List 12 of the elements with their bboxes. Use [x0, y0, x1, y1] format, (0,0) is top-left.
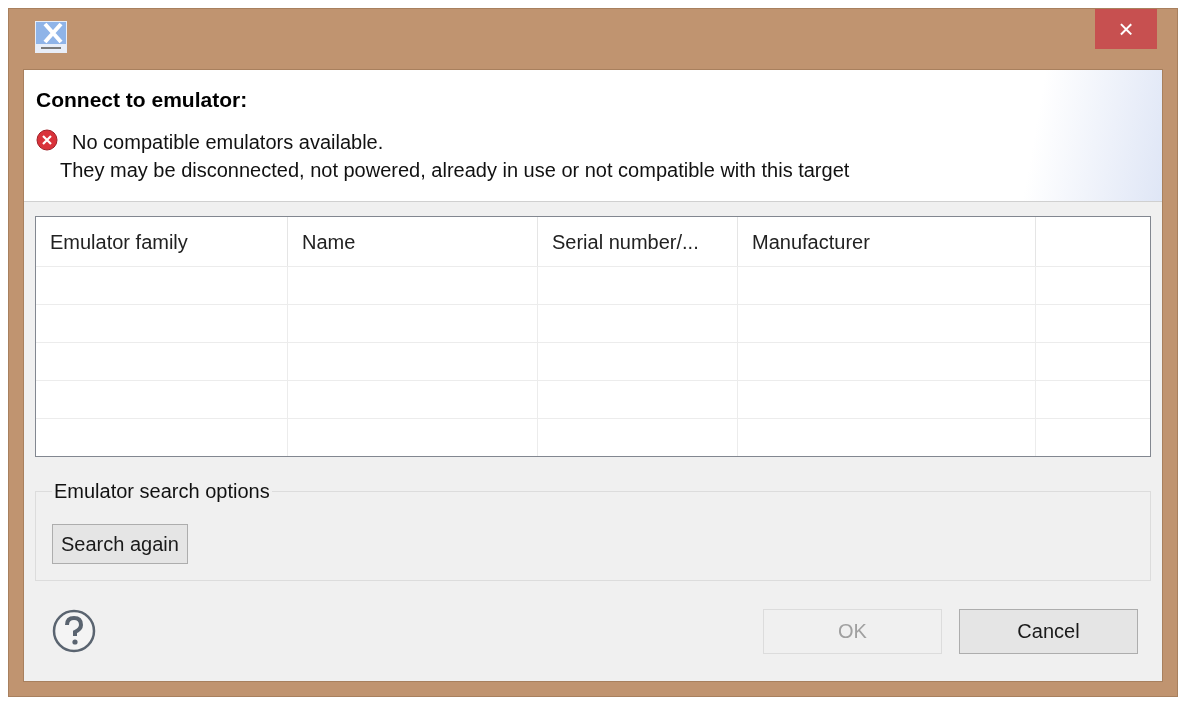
search-again-button[interactable]: Search again	[52, 524, 188, 564]
dialog-title: Connect to emulator:	[36, 87, 249, 113]
column-header[interactable]: Manufacturer	[738, 217, 1036, 266]
error-message: They may be disconnected, not powered, already in use or not compatible with this target	[60, 157, 850, 183]
close-button[interactable]: ×	[1095, 9, 1157, 49]
column-header[interactable]: Emulator family	[36, 217, 288, 266]
dialog-button[interactable]: Cancel	[959, 608, 1138, 654]
column-header[interactable]: Serial number/...	[538, 217, 738, 266]
help-icon[interactable]	[52, 609, 96, 653]
app-logo-icon	[35, 21, 67, 53]
column-header[interactable]: Name	[288, 217, 538, 266]
error-message: No compatible emulators available.	[72, 129, 385, 155]
